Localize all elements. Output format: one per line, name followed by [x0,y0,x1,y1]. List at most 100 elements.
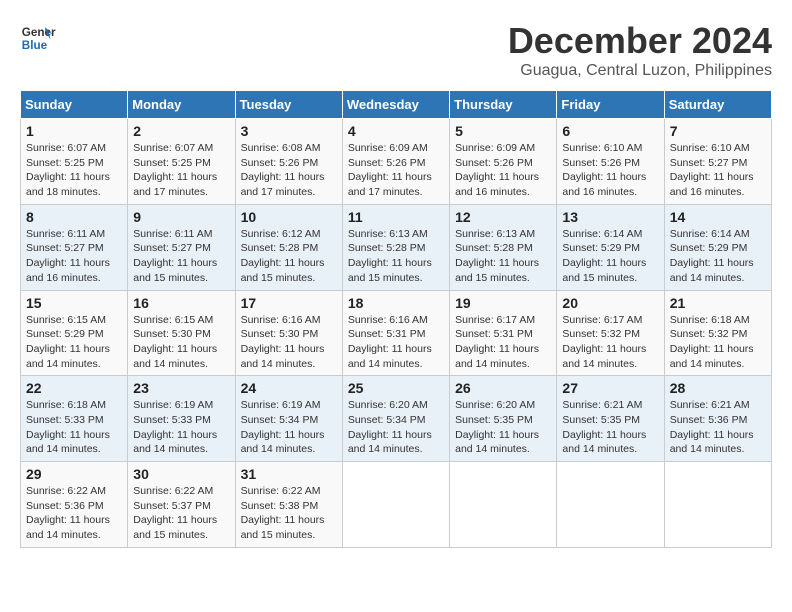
day-cell-7: 7 Sunrise: 6:10 AM Sunset: 5:27 PM Dayli… [664,119,771,205]
day-number: 19 [455,295,551,311]
calendar-table: Sunday Monday Tuesday Wednesday Thursday… [20,90,772,548]
day-number: 5 [455,123,551,139]
day-number: 30 [133,466,229,482]
day-number: 25 [348,380,444,396]
day-cell-9: 9 Sunrise: 6:11 AM Sunset: 5:27 PM Dayli… [128,204,235,290]
day-number: 26 [455,380,551,396]
day-number: 11 [348,209,444,225]
day-info: Sunrise: 6:20 AM Sunset: 5:34 PM Dayligh… [348,398,444,457]
day-info: Sunrise: 6:10 AM Sunset: 5:27 PM Dayligh… [670,141,766,200]
day-number: 20 [562,295,658,311]
day-number: 28 [670,380,766,396]
empty-cell [342,462,449,548]
title-section: December 2024 Guagua, Central Luzon, Phi… [508,20,772,80]
day-number: 9 [133,209,229,225]
day-cell-31: 31 Sunrise: 6:22 AM Sunset: 5:38 PM Dayl… [235,462,342,548]
day-cell-3: 3 Sunrise: 6:08 AM Sunset: 5:26 PM Dayli… [235,119,342,205]
header-sunday: Sunday [21,91,128,119]
day-cell-18: 18 Sunrise: 6:16 AM Sunset: 5:31 PM Dayl… [342,290,449,376]
day-cell-17: 17 Sunrise: 6:16 AM Sunset: 5:30 PM Dayl… [235,290,342,376]
day-info: Sunrise: 6:18 AM Sunset: 5:32 PM Dayligh… [670,313,766,372]
day-cell-20: 20 Sunrise: 6:17 AM Sunset: 5:32 PM Dayl… [557,290,664,376]
day-cell-13: 13 Sunrise: 6:14 AM Sunset: 5:29 PM Dayl… [557,204,664,290]
day-info: Sunrise: 6:10 AM Sunset: 5:26 PM Dayligh… [562,141,658,200]
day-cell-4: 4 Sunrise: 6:09 AM Sunset: 5:26 PM Dayli… [342,119,449,205]
day-cell-21: 21 Sunrise: 6:18 AM Sunset: 5:32 PM Dayl… [664,290,771,376]
page-header: General Blue December 2024 Guagua, Centr… [20,20,772,80]
day-number: 12 [455,209,551,225]
day-number: 3 [241,123,337,139]
day-cell-25: 25 Sunrise: 6:20 AM Sunset: 5:34 PM Dayl… [342,376,449,462]
day-number: 8 [26,209,122,225]
logo: General Blue [20,20,56,56]
day-number: 10 [241,209,337,225]
day-info: Sunrise: 6:19 AM Sunset: 5:34 PM Dayligh… [241,398,337,457]
svg-text:Blue: Blue [22,39,48,52]
day-info: Sunrise: 6:22 AM Sunset: 5:36 PM Dayligh… [26,484,122,543]
svg-text:General: General [22,26,56,39]
day-number: 24 [241,380,337,396]
calendar-row: 1 Sunrise: 6:07 AM Sunset: 5:25 PM Dayli… [21,119,772,205]
day-info: Sunrise: 6:15 AM Sunset: 5:30 PM Dayligh… [133,313,229,372]
page-subtitle: Guagua, Central Luzon, Philippines [508,62,772,80]
day-info: Sunrise: 6:14 AM Sunset: 5:29 PM Dayligh… [562,227,658,286]
header-friday: Friday [557,91,664,119]
day-cell-11: 11 Sunrise: 6:13 AM Sunset: 5:28 PM Dayl… [342,204,449,290]
day-info: Sunrise: 6:08 AM Sunset: 5:26 PM Dayligh… [241,141,337,200]
day-number: 2 [133,123,229,139]
day-number: 13 [562,209,658,225]
day-number: 1 [26,123,122,139]
day-info: Sunrise: 6:17 AM Sunset: 5:31 PM Dayligh… [455,313,551,372]
day-info: Sunrise: 6:14 AM Sunset: 5:29 PM Dayligh… [670,227,766,286]
day-number: 14 [670,209,766,225]
day-info: Sunrise: 6:17 AM Sunset: 5:32 PM Dayligh… [562,313,658,372]
day-info: Sunrise: 6:11 AM Sunset: 5:27 PM Dayligh… [26,227,122,286]
day-cell-16: 16 Sunrise: 6:15 AM Sunset: 5:30 PM Dayl… [128,290,235,376]
logo-icon: General Blue [20,20,56,56]
header-monday: Monday [128,91,235,119]
day-cell-24: 24 Sunrise: 6:19 AM Sunset: 5:34 PM Dayl… [235,376,342,462]
day-cell-22: 22 Sunrise: 6:18 AM Sunset: 5:33 PM Dayl… [21,376,128,462]
day-info: Sunrise: 6:19 AM Sunset: 5:33 PM Dayligh… [133,398,229,457]
day-cell-14: 14 Sunrise: 6:14 AM Sunset: 5:29 PM Dayl… [664,204,771,290]
day-number: 7 [670,123,766,139]
day-number: 17 [241,295,337,311]
day-number: 21 [670,295,766,311]
day-cell-10: 10 Sunrise: 6:12 AM Sunset: 5:28 PM Dayl… [235,204,342,290]
header-tuesday: Tuesday [235,91,342,119]
header-thursday: Thursday [450,91,557,119]
day-number: 31 [241,466,337,482]
calendar-row: 29 Sunrise: 6:22 AM Sunset: 5:36 PM Dayl… [21,462,772,548]
day-info: Sunrise: 6:22 AM Sunset: 5:38 PM Dayligh… [241,484,337,543]
day-info: Sunrise: 6:15 AM Sunset: 5:29 PM Dayligh… [26,313,122,372]
day-cell-15: 15 Sunrise: 6:15 AM Sunset: 5:29 PM Dayl… [21,290,128,376]
day-info: Sunrise: 6:12 AM Sunset: 5:28 PM Dayligh… [241,227,337,286]
day-cell-1: 1 Sunrise: 6:07 AM Sunset: 5:25 PM Dayli… [21,119,128,205]
day-cell-29: 29 Sunrise: 6:22 AM Sunset: 5:36 PM Dayl… [21,462,128,548]
day-info: Sunrise: 6:16 AM Sunset: 5:30 PM Dayligh… [241,313,337,372]
day-number: 22 [26,380,122,396]
day-info: Sunrise: 6:22 AM Sunset: 5:37 PM Dayligh… [133,484,229,543]
day-cell-8: 8 Sunrise: 6:11 AM Sunset: 5:27 PM Dayli… [21,204,128,290]
calendar-header: Sunday Monday Tuesday Wednesday Thursday… [21,91,772,119]
day-number: 15 [26,295,122,311]
day-cell-27: 27 Sunrise: 6:21 AM Sunset: 5:35 PM Dayl… [557,376,664,462]
day-cell-6: 6 Sunrise: 6:10 AM Sunset: 5:26 PM Dayli… [557,119,664,205]
day-cell-5: 5 Sunrise: 6:09 AM Sunset: 5:26 PM Dayli… [450,119,557,205]
header-saturday: Saturday [664,91,771,119]
day-info: Sunrise: 6:07 AM Sunset: 5:25 PM Dayligh… [133,141,229,200]
empty-cell [664,462,771,548]
header-wednesday: Wednesday [342,91,449,119]
day-info: Sunrise: 6:09 AM Sunset: 5:26 PM Dayligh… [455,141,551,200]
calendar-row: 15 Sunrise: 6:15 AM Sunset: 5:29 PM Dayl… [21,290,772,376]
day-info: Sunrise: 6:21 AM Sunset: 5:36 PM Dayligh… [670,398,766,457]
day-cell-23: 23 Sunrise: 6:19 AM Sunset: 5:33 PM Dayl… [128,376,235,462]
day-info: Sunrise: 6:11 AM Sunset: 5:27 PM Dayligh… [133,227,229,286]
day-info: Sunrise: 6:13 AM Sunset: 5:28 PM Dayligh… [455,227,551,286]
day-number: 6 [562,123,658,139]
day-info: Sunrise: 6:07 AM Sunset: 5:25 PM Dayligh… [26,141,122,200]
day-number: 29 [26,466,122,482]
day-cell-28: 28 Sunrise: 6:21 AM Sunset: 5:36 PM Dayl… [664,376,771,462]
page-title: December 2024 [508,20,772,62]
day-number: 4 [348,123,444,139]
